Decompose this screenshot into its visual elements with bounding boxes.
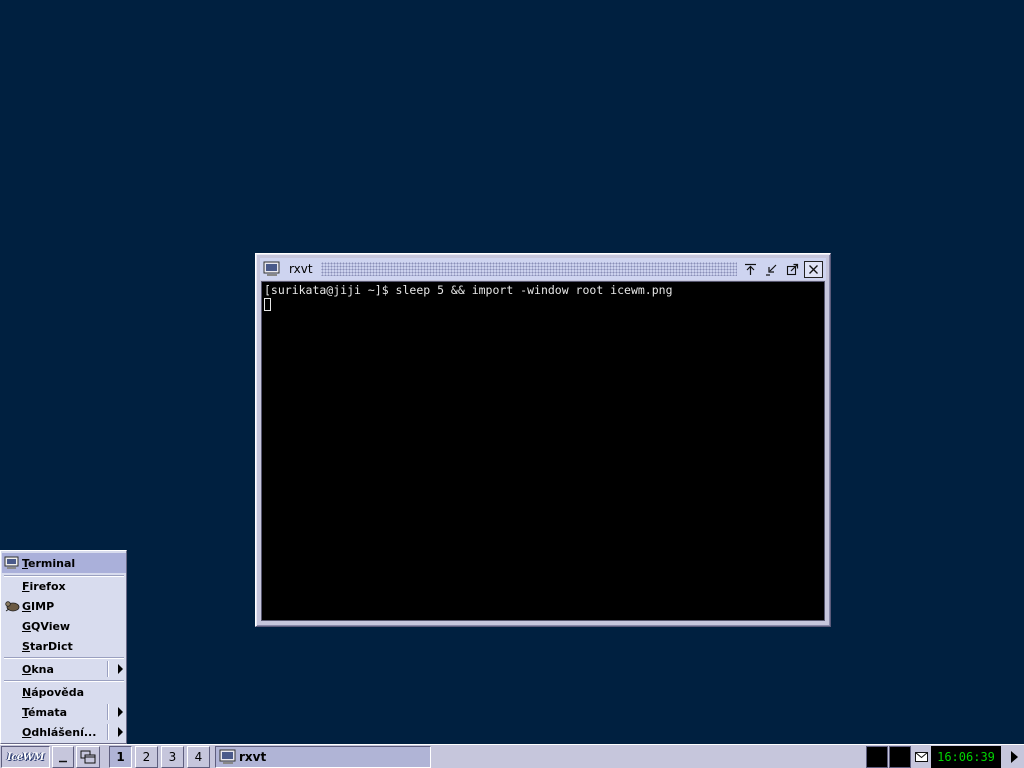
arrow-right-icon	[1011, 751, 1018, 763]
mail-icon	[914, 752, 928, 762]
start-menu[interactable]: Terminal Firefox GIMP GQView StarDict Ok…	[0, 550, 127, 744]
icewm-logo: IceWM	[7, 751, 44, 763]
menu-item-gimp[interactable]: GIMP	[2, 596, 126, 616]
rollup-icon	[745, 263, 756, 275]
network-monitor[interactable]	[889, 746, 911, 768]
workspace-3-button[interactable]: 3	[161, 746, 184, 768]
window-list-button[interactable]	[76, 746, 100, 768]
gimp-icon	[5, 601, 20, 612]
terminal-icon	[219, 749, 236, 764]
terminal-area[interactable]: [surikata@jiji ~]$ sleep 5 && import -wi…	[261, 281, 825, 621]
rollup-button[interactable]	[741, 260, 760, 278]
close-button[interactable]	[804, 260, 823, 278]
menu-item-napoveda[interactable]: Nápověda	[2, 682, 126, 702]
window-title: rxvt	[289, 262, 313, 276]
minimize-icon	[766, 264, 777, 276]
terminal-cursor	[264, 298, 271, 311]
rxvt-window[interactable]: rxvt [surikata@jiji ~]$ sleep 5 && impor…	[255, 253, 831, 627]
start-button[interactable]: IceWM	[1, 746, 50, 768]
terminal-line: [surikata@jiji ~]$ sleep 5 && import -wi…	[264, 283, 673, 297]
menu-item-firefox[interactable]: Firefox	[2, 576, 126, 596]
terminal-icon[interactable]	[263, 261, 281, 277]
terminal-icon	[4, 556, 19, 569]
submenu-arrow-icon	[118, 727, 123, 737]
task-label: rxvt	[239, 750, 267, 764]
workspace-2-button[interactable]: 2	[135, 746, 158, 768]
workspace-1-button[interactable]: 1	[109, 746, 132, 768]
minimize-all-icon	[59, 760, 67, 763]
task-button-rxvt[interactable]: rxvt	[215, 746, 431, 768]
menu-item-temata[interactable]: Témata	[2, 702, 126, 722]
titlebar-grip	[320, 262, 737, 276]
window-list-icon	[80, 750, 96, 764]
menu-item-label: Terminal	[22, 556, 76, 570]
mail-button[interactable]	[912, 746, 930, 768]
menu-item-gqview[interactable]: GQView	[2, 616, 126, 636]
minimize-button[interactable]	[762, 260, 781, 278]
clock[interactable]: 16:06:39	[931, 746, 1001, 768]
close-icon	[809, 264, 818, 274]
cpu-monitor[interactable]	[866, 746, 888, 768]
show-desktop-button[interactable]	[52, 746, 74, 768]
workspace-4-button[interactable]: 4	[187, 746, 210, 768]
menu-item-stardict[interactable]: StarDict	[2, 636, 126, 656]
menu-item-odhlaseni[interactable]: Odhlášení...	[2, 722, 126, 742]
maximize-button[interactable]	[783, 260, 802, 278]
maximize-icon	[786, 263, 799, 275]
taskbar: IceWM 1 2 3 4 rxvt 16:06:39	[0, 744, 1024, 768]
submenu-arrow-icon	[118, 707, 123, 717]
window-titlebar[interactable]: rxvt	[260, 258, 826, 280]
submenu-arrow-icon	[118, 664, 123, 674]
menu-item-terminal[interactable]: Terminal	[2, 553, 126, 573]
tray-toggle-button[interactable]	[1005, 746, 1023, 768]
menu-item-okna[interactable]: Okna	[2, 659, 126, 679]
